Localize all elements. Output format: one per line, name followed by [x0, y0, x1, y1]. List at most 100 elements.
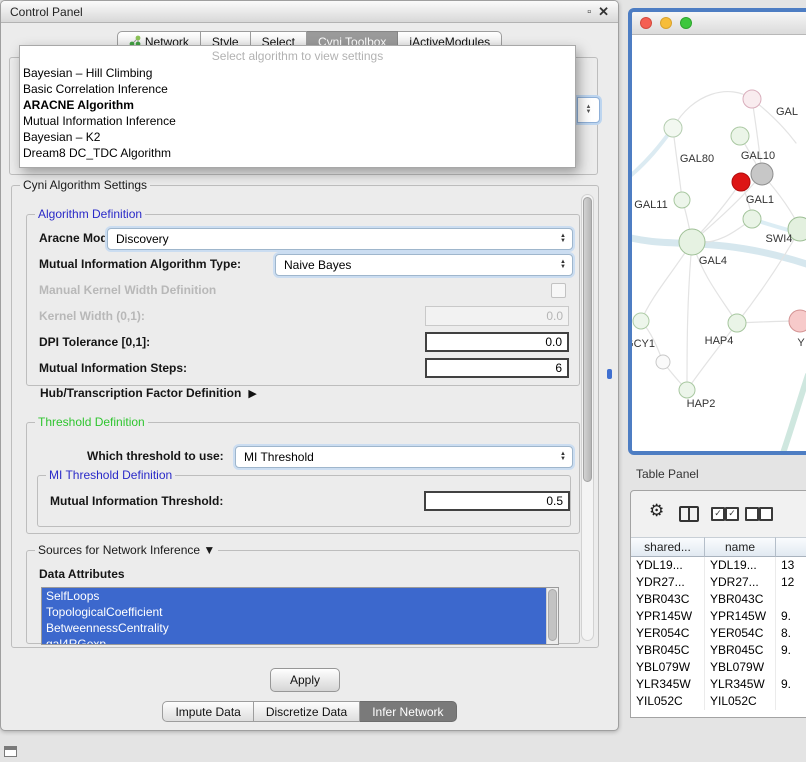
table-cell[interactable]: YLR345W [631, 676, 705, 693]
table-cell[interactable]: YBL079W [631, 659, 705, 676]
table-cell[interactable]: 12 [776, 574, 806, 591]
network-node[interactable] [664, 119, 682, 137]
algorithm-option[interactable]: Dream8 DC_TDC Algorithm [20, 145, 575, 161]
table-row[interactable]: YBR045CYBR045C9. [631, 642, 806, 659]
which-threshold-combo[interactable]: MI Threshold ▲▼ [235, 446, 573, 468]
table-cell[interactable]: 9. [776, 676, 806, 693]
tab-impute-data[interactable]: Impute Data [162, 701, 253, 722]
network-edge[interactable] [687, 323, 737, 390]
network-node[interactable] [743, 90, 761, 108]
network-node[interactable] [731, 127, 749, 145]
settings-scrollbar[interactable] [581, 194, 594, 641]
split-pane-handle[interactable] [607, 369, 612, 379]
minimized-window-icon[interactable] [4, 746, 17, 757]
close-window-icon[interactable]: ✕ [598, 4, 609, 20]
table-row[interactable]: YBR043CYBR043C [631, 591, 806, 608]
column-selector-icon[interactable] [679, 506, 699, 522]
column-header-extra[interactable] [776, 537, 806, 557]
network-node[interactable] [751, 163, 773, 185]
sources-group-title[interactable]: Sources for Network Inference ▼ [35, 543, 218, 558]
table-cell[interactable]: YDR27... [705, 574, 776, 591]
network-edge[interactable] [632, 128, 673, 181]
table-cell[interactable]: 9. [776, 642, 806, 659]
table-cell[interactable]: YPR145W [705, 608, 776, 625]
algorithm-option[interactable]: Bayesian – Hill Climbing [20, 65, 575, 81]
network-graph[interactable]: GALGAL80GAL10GAL11GAL1SWI4GAL4GCY1HAP4HA… [632, 35, 806, 455]
manual-kernel-checkbox[interactable] [551, 283, 566, 298]
unselect-all-icon-2[interactable] [759, 507, 773, 521]
list-scrollbar[interactable] [546, 588, 558, 644]
table-cell[interactable]: YDL19... [705, 557, 776, 574]
table-cell[interactable]: YER054C [631, 625, 705, 642]
data-attribute-item[interactable]: BetweennessCentrality [42, 620, 546, 636]
algorithm-option[interactable]: Mutual Information Inference [20, 113, 575, 129]
float-window-icon[interactable]: ▫ [587, 6, 591, 18]
table-cell[interactable]: YPR145W [631, 608, 705, 625]
table-cell[interactable]: YBR043C [631, 591, 705, 608]
table-cell[interactable]: YBR045C [705, 642, 776, 659]
network-canvas[interactable]: GALGAL80GAL10GAL11GAL1SWI4GAL4GCY1HAP4HA… [632, 35, 806, 452]
table-row[interactable]: YIL052CYIL052C [631, 693, 806, 710]
network-edge[interactable] [782, 375, 806, 455]
data-attribute-item[interactable]: SelfLoops [42, 588, 546, 604]
list-scrollbar-thumb[interactable] [548, 589, 557, 641]
network-node[interactable] [743, 210, 761, 228]
network-node[interactable] [679, 229, 705, 255]
network-edge[interactable] [692, 174, 762, 242]
gear-icon[interactable]: ⚙ [649, 502, 664, 519]
aracne-mode-combo[interactable]: Discovery ▲▼ [107, 228, 573, 250]
network-edge[interactable] [687, 242, 692, 390]
table-cell[interactable]: 13 [776, 557, 806, 574]
table-cell[interactable]: YBL079W [705, 659, 776, 676]
kernel-width-field[interactable]: 0.0 [425, 306, 569, 326]
network-node[interactable] [674, 192, 690, 208]
table-row[interactable]: YER054CYER054C8. [631, 625, 806, 642]
algorithm-option[interactable]: ARACNE Algorithm [20, 97, 575, 113]
unselect-all-icon[interactable] [745, 507, 759, 521]
minimize-traffic-light[interactable] [660, 17, 672, 29]
algorithm-combo-arrow[interactable]: ▲ ▼ [577, 97, 600, 123]
algorithm-option[interactable]: Basic Correlation Inference [20, 81, 575, 97]
network-node[interactable] [633, 313, 649, 329]
table-row[interactable]: YBL079WYBL079W [631, 659, 806, 676]
tab-discretize-data[interactable]: Discretize Data [254, 701, 360, 722]
algorithm-option[interactable]: Bayesian – K2 [20, 129, 575, 145]
data-attribute-item[interactable]: TopologicalCoefficient [42, 604, 546, 620]
table-row[interactable]: YDR27...YDR27...12 [631, 574, 806, 591]
table-cell[interactable]: YBR045C [631, 642, 705, 659]
mi-steps-field[interactable]: 6 [425, 358, 569, 378]
table-cell[interactable]: 9. [776, 608, 806, 625]
table-cell[interactable] [776, 693, 806, 710]
mi-type-combo[interactable]: Naive Bayes ▲▼ [275, 254, 573, 276]
network-edge[interactable] [641, 242, 692, 321]
table-row[interactable]: YLR345WYLR345W9. [631, 676, 806, 693]
data-attributes-list[interactable]: SelfLoopsTopologicalCoefficientBetweenne… [41, 587, 559, 645]
tab-infer-network[interactable]: Infer Network [360, 701, 456, 722]
network-node[interactable] [656, 355, 670, 369]
table-cell[interactable] [776, 659, 806, 676]
table-cell[interactable] [776, 591, 806, 608]
select-all-icon-2[interactable]: ✓ [725, 507, 739, 521]
data-attribute-item[interactable]: gal4RGexp [42, 636, 546, 645]
control-panel-titlebar[interactable]: Control Panel ▫ ✕ [1, 1, 618, 23]
table-cell[interactable]: YBR043C [705, 591, 776, 608]
table-cell[interactable]: YIL052C [705, 693, 776, 710]
column-header-name[interactable]: name [705, 537, 776, 557]
network-node[interactable] [679, 382, 695, 398]
table-cell[interactable]: YLR345W [705, 676, 776, 693]
close-traffic-light[interactable] [640, 17, 652, 29]
column-header-shared[interactable]: shared... [631, 537, 705, 557]
table-cell[interactable]: YIL052C [631, 693, 705, 710]
dpi-tolerance-field[interactable]: 0.0 [425, 332, 569, 352]
hub-definition-toggle[interactable]: Hub/Transcription Factor Definition ▶ [40, 386, 257, 400]
select-all-icon[interactable]: ✓ [711, 507, 725, 521]
settings-scrollbar-thumb[interactable] [583, 197, 592, 482]
network-node[interactable] [732, 173, 750, 191]
network-window-titlebar[interactable] [632, 12, 806, 35]
table-row[interactable]: YPR145WYPR145W9. [631, 608, 806, 625]
table-cell[interactable]: YDR27... [631, 574, 705, 591]
network-edge[interactable] [673, 92, 752, 128]
network-node[interactable] [728, 314, 746, 332]
table-cell[interactable]: 8. [776, 625, 806, 642]
table-cell[interactable]: YDL19... [631, 557, 705, 574]
